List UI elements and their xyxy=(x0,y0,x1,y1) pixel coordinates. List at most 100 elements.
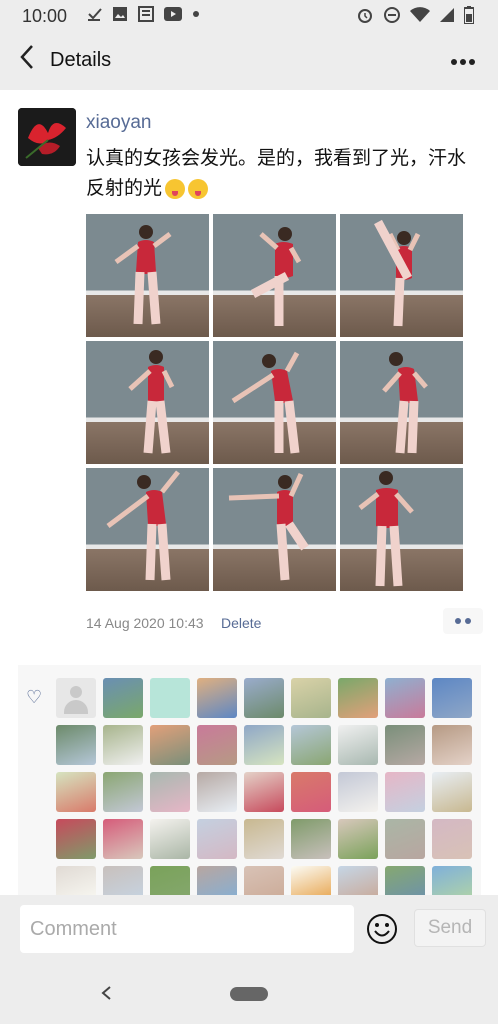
liker-avatar-couple[interactable] xyxy=(103,866,143,895)
photo-thumbnail[interactable] xyxy=(213,341,336,464)
liker-avatar-rose[interactable] xyxy=(56,819,96,859)
send-button[interactable]: Send xyxy=(414,909,486,947)
photo-thumbnail[interactable] xyxy=(340,214,463,337)
liker-avatar-field[interactable] xyxy=(385,678,425,718)
status-left-icons xyxy=(86,6,200,22)
liker-avatar-nice-sticker[interactable] xyxy=(150,678,190,718)
liker-avatar-cherry-blossom[interactable] xyxy=(338,772,378,812)
liker-avatar-red-flowers[interactable] xyxy=(103,819,143,859)
dancer-figure xyxy=(250,227,302,326)
photo-thumbnail[interactable] xyxy=(340,341,463,464)
liker-avatar-man-field[interactable] xyxy=(103,725,143,765)
liker-avatar-kids-group[interactable] xyxy=(197,866,237,895)
liker-avatar-landscape[interactable] xyxy=(432,678,472,718)
delete-link[interactable]: Delete xyxy=(221,615,261,631)
liker-avatar-flowers[interactable] xyxy=(432,819,472,859)
download-icon xyxy=(88,8,102,21)
liker-avatar-flowers-vase[interactable] xyxy=(56,772,96,812)
liker-avatar-dog[interactable] xyxy=(432,725,472,765)
comment-input[interactable] xyxy=(20,905,354,953)
page-title: Details xyxy=(50,49,112,71)
home-pill[interactable] xyxy=(230,987,268,1001)
liker-avatar-fish-bowl[interactable] xyxy=(385,819,425,859)
liker-avatar-boy[interactable] xyxy=(197,819,237,859)
liker-avatar-sunflowers[interactable] xyxy=(338,678,378,718)
liker-avatar-text-sticker[interactable] xyxy=(291,866,331,895)
liker-avatar-skier[interactable] xyxy=(244,678,284,718)
battery-icon xyxy=(464,6,474,24)
liker-avatar-tree-winter[interactable] xyxy=(291,725,331,765)
news-icon xyxy=(138,6,154,22)
liker-avatar-portrait[interactable] xyxy=(103,678,143,718)
comment-bar: Send xyxy=(0,895,498,963)
smiley-face-icon xyxy=(367,914,397,944)
photo-thumbnail[interactable] xyxy=(86,341,209,464)
liker-avatar-default[interactable] xyxy=(56,678,96,718)
system-nav-bar xyxy=(0,963,498,1024)
dancer-figure xyxy=(231,351,300,454)
liker-avatar-girl[interactable] xyxy=(244,772,284,812)
alarm-icon xyxy=(358,9,372,23)
more-dots-icon xyxy=(451,59,475,65)
photo-thumbnail[interactable] xyxy=(86,468,209,591)
dancer-figure xyxy=(106,470,180,581)
liker-avatar-cartoon-duck[interactable] xyxy=(291,678,331,718)
liker-avatar-water[interactable] xyxy=(338,866,378,895)
liker-avatar-dog-white[interactable] xyxy=(150,819,190,859)
liker-avatar-trees[interactable] xyxy=(385,866,425,895)
dancer-figure xyxy=(114,225,172,325)
liker-avatar-castle[interactable] xyxy=(197,772,237,812)
liker-avatar-person[interactable] xyxy=(197,678,237,718)
liker-avatar-sunset[interactable] xyxy=(150,725,190,765)
liker-avatar-potted-plant[interactable] xyxy=(103,772,143,812)
post-timestamp: 14 Aug 2020 10:43 xyxy=(86,615,204,631)
liker-avatar-river[interactable] xyxy=(150,772,190,812)
dancer-figure xyxy=(374,219,421,327)
liker-avatar-garden[interactable] xyxy=(56,725,96,765)
likes-panel: ♡ xyxy=(18,665,481,895)
photo-thumbnail[interactable] xyxy=(213,468,336,591)
photo-thumbnail[interactable] xyxy=(213,214,336,337)
youtube-icon xyxy=(164,7,182,21)
liker-avatar-snow[interactable] xyxy=(432,772,472,812)
liker-avatar-green-field[interactable] xyxy=(150,866,190,895)
post-text-block: 认真的女孩会发光。是的，我看到了光，汗水反射的光 xyxy=(86,144,476,204)
dancer-figure xyxy=(228,472,309,581)
emoji-button[interactable] xyxy=(366,913,398,945)
back-button[interactable] xyxy=(12,44,42,78)
liker-avatar-ocean[interactable] xyxy=(432,866,472,895)
heart-icon: ♡ xyxy=(26,687,43,707)
liker-avatar-cartoon-bat[interactable] xyxy=(338,725,378,765)
liker-avatar-kids[interactable] xyxy=(385,772,425,812)
liker-avatar-city-skyline[interactable] xyxy=(244,725,284,765)
liker-avatar-tree-house[interactable] xyxy=(385,725,425,765)
chevron-left-icon xyxy=(20,45,33,69)
liker-avatar-girl-drawing[interactable] xyxy=(56,866,96,895)
system-back-button[interactable] xyxy=(100,981,112,1007)
wifi-icon xyxy=(410,7,430,22)
status-time: 10:00 xyxy=(22,6,68,26)
author-avatar[interactable] xyxy=(18,108,76,166)
author-name[interactable]: xiaoyan xyxy=(86,112,152,134)
do-not-disturb-icon xyxy=(384,7,400,23)
liker-avatar-woman[interactable] xyxy=(338,819,378,859)
image-icon xyxy=(113,7,127,21)
more-options-button[interactable] xyxy=(446,44,480,78)
two-dots-icon xyxy=(455,618,471,624)
status-bar: 10:00 xyxy=(0,0,498,32)
post-text: 认真的女孩会发光。是的，我看到了光，汗水反射的光 xyxy=(86,148,467,199)
liker-avatar-tree[interactable] xyxy=(291,819,331,859)
photo-thumbnail[interactable] xyxy=(340,468,463,591)
liker-avatar-grid xyxy=(56,678,472,895)
dancer-figure xyxy=(358,471,414,587)
liker-avatar-pink-flowers[interactable] xyxy=(197,725,237,765)
signal-icon xyxy=(440,8,454,22)
moment-detail: xiaoyan 认真的女孩会发光。是的，我看到了光，汗水反射的光 14 Aug … xyxy=(0,90,498,895)
liker-avatar-girl-hair[interactable] xyxy=(244,866,284,895)
like-comment-button[interactable] xyxy=(443,608,483,634)
dancer-figure xyxy=(128,350,175,454)
photo-thumbnail[interactable] xyxy=(86,214,209,337)
tongue-wink-emoji-icon xyxy=(188,178,209,199)
liker-avatar-sunset-sky[interactable] xyxy=(291,772,331,812)
liker-avatar-beach[interactable] xyxy=(244,819,284,859)
